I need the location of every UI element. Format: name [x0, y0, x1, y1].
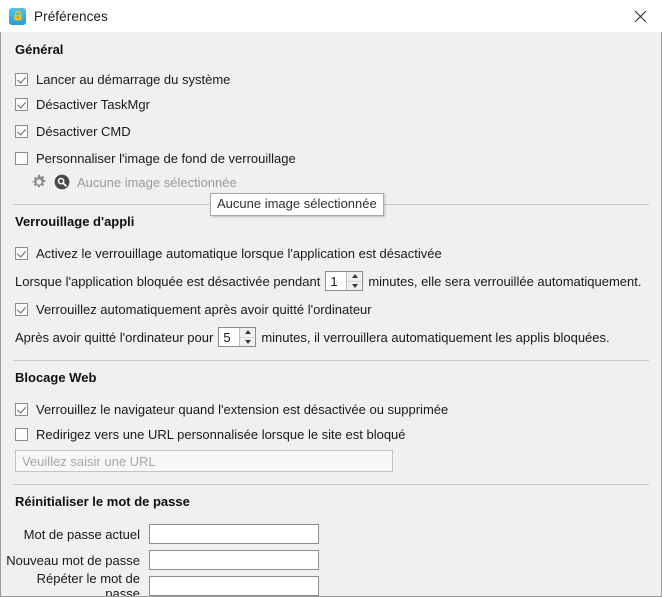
repeat-password-label: Répéter le mot de passe: [36, 571, 140, 597]
chevron-up-icon: [244, 330, 251, 335]
image-status-tooltip: Aucune image sélectionnée: [210, 193, 384, 216]
checkbox-lock-after-leaving[interactable]: [15, 302, 28, 316]
title-bar: Préférences: [0, 0, 662, 32]
stepper-buttons: [239, 328, 256, 347]
repeat-password-row: Répéter le mot de passe: [1, 571, 661, 597]
section-heading-app-lock: Verrouillage d'appli: [15, 214, 135, 229]
gear-icon[interactable]: [31, 174, 47, 190]
redirect-url-input[interactable]: [15, 450, 393, 472]
chevron-up-icon: [351, 274, 358, 279]
checkbox-disable-cmd[interactable]: [15, 125, 28, 138]
away-lock-delay-prefix: Après avoir quitté l'ordinateur pour: [15, 329, 214, 345]
away-lock-delay-value[interactable]: 5: [219, 328, 240, 346]
auto-lock-delay-suffix: minutes, elle sera verrouillée automatiq…: [368, 273, 642, 289]
option-label: Verrouillez le navigateur quand l'extens…: [36, 402, 449, 417]
checkbox-redirect-url[interactable]: [15, 427, 28, 441]
stepper-buttons: [346, 272, 363, 291]
search-icon[interactable]: [54, 174, 70, 190]
checkbox-auto-lock-on-disable[interactable]: [15, 247, 28, 260]
checkbox-lock-browser[interactable]: [15, 403, 28, 416]
preferences-content: Général Lancer au démarrage du système D…: [0, 32, 662, 597]
checkbox-launch-at-startup[interactable]: [15, 73, 28, 86]
away-lock-delay-stepper[interactable]: 5: [218, 327, 257, 347]
option-disable-cmd[interactable]: Désactiver CMD: [1, 118, 661, 145]
option-label: Redirigez vers une URL personnalisée lor…: [36, 426, 406, 442]
away-lock-delay-suffix: minutes, il verrouillera automatiquement…: [261, 329, 610, 345]
chevron-down-icon: [244, 339, 251, 344]
auto-lock-delay-prefix: Lorsque l'application bloquée est désact…: [15, 273, 321, 289]
option-launch-at-startup[interactable]: Lancer au démarrage du système: [1, 68, 661, 91]
section-heading-general: Général: [15, 42, 64, 57]
close-button[interactable]: [618, 0, 662, 32]
padlock-icon: [9, 7, 26, 25]
option-label: Personnaliser l'image de fond de verroui…: [36, 150, 296, 166]
stepper-increment-button[interactable]: [240, 328, 256, 338]
option-redirect-url[interactable]: Redirigez vers une URL personnalisée lor…: [1, 422, 661, 446]
new-password-field[interactable]: [149, 550, 319, 570]
auto-lock-delay-stepper[interactable]: 1: [325, 271, 364, 291]
new-password-row: Nouveau mot de passe: [1, 547, 661, 573]
checkbox-disable-taskmgr[interactable]: [15, 98, 28, 111]
new-password-label: Nouveau mot de passe: [6, 552, 140, 568]
away-lock-delay-row: Après avoir quitté l'ordinateur pour 5 m…: [1, 322, 661, 352]
option-lock-after-leaving[interactable]: Verrouillez automatiquement après avoir …: [1, 296, 661, 322]
section-heading-web-block: Blocage Web: [15, 370, 97, 385]
option-lock-browser[interactable]: Verrouillez le navigateur quand l'extens…: [1, 397, 661, 422]
close-icon: [634, 10, 646, 22]
lock-image-picker-row: Aucune image sélectionnée: [1, 171, 661, 193]
auto-lock-delay-row: Lorsque l'application bloquée est désact…: [1, 266, 661, 296]
option-label: Désactiver CMD: [36, 124, 131, 139]
current-password-field[interactable]: [149, 524, 319, 544]
stepper-decrement-button[interactable]: [347, 282, 362, 291]
option-label: Activez le verrouillage automatique lors…: [36, 246, 442, 261]
checkbox-custom-lock-background[interactable]: [15, 151, 28, 165]
selected-image-status: Aucune image sélectionnée: [77, 174, 237, 190]
option-auto-lock-on-disable[interactable]: Activez le verrouillage automatique lors…: [1, 241, 661, 266]
option-label: Verrouillez automatiquement après avoir …: [36, 301, 372, 317]
preferences-window: Préférences Général Lancer au démarrage …: [0, 0, 662, 597]
option-label: Désactiver TaskMgr: [36, 97, 150, 112]
stepper-decrement-button[interactable]: [240, 338, 255, 347]
repeat-password-field[interactable]: [149, 576, 319, 596]
section-heading-reset-password: Réinitialiser le mot de passe: [15, 494, 190, 509]
auto-lock-delay-value[interactable]: 1: [326, 272, 347, 290]
chevron-down-icon: [351, 283, 358, 288]
current-password-label: Mot de passe actuel: [23, 526, 140, 542]
option-disable-taskmgr[interactable]: Désactiver TaskMgr: [1, 91, 661, 118]
option-label: Lancer au démarrage du système: [36, 72, 231, 87]
option-custom-lock-background[interactable]: Personnaliser l'image de fond de verroui…: [1, 145, 661, 171]
stepper-increment-button[interactable]: [347, 272, 363, 282]
current-password-row: Mot de passe actuel: [1, 521, 661, 547]
window-title: Préférences: [34, 8, 108, 24]
